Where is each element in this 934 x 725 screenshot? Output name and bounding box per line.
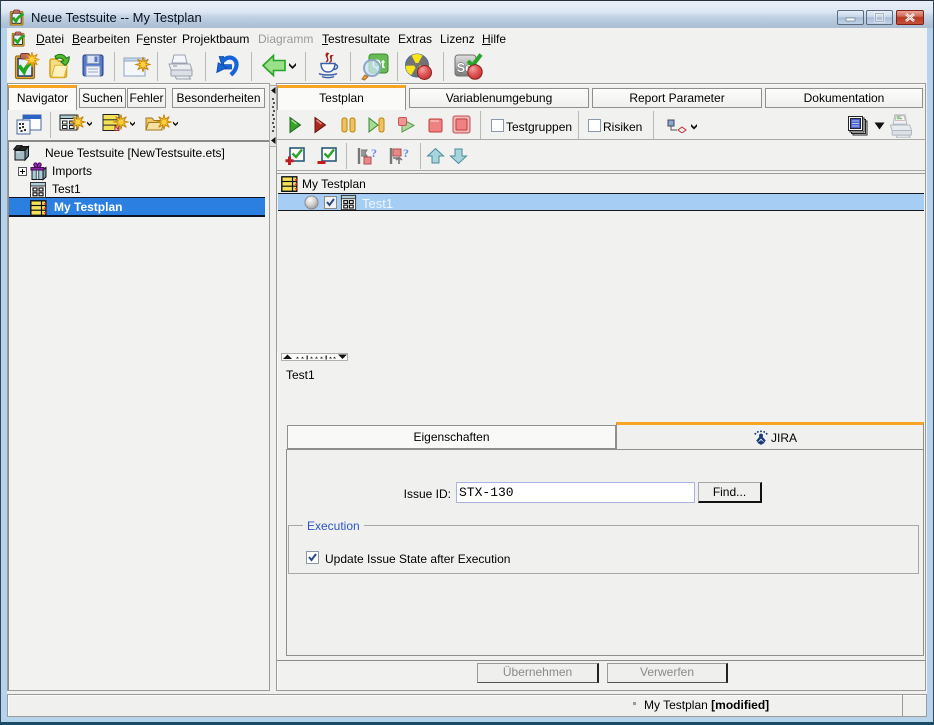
svg-text:?: ? xyxy=(403,146,409,160)
svg-text:◄: ◄ xyxy=(43,210,47,215)
svg-text:?: ? xyxy=(371,146,377,160)
svg-text:◄: ◄ xyxy=(294,186,298,191)
